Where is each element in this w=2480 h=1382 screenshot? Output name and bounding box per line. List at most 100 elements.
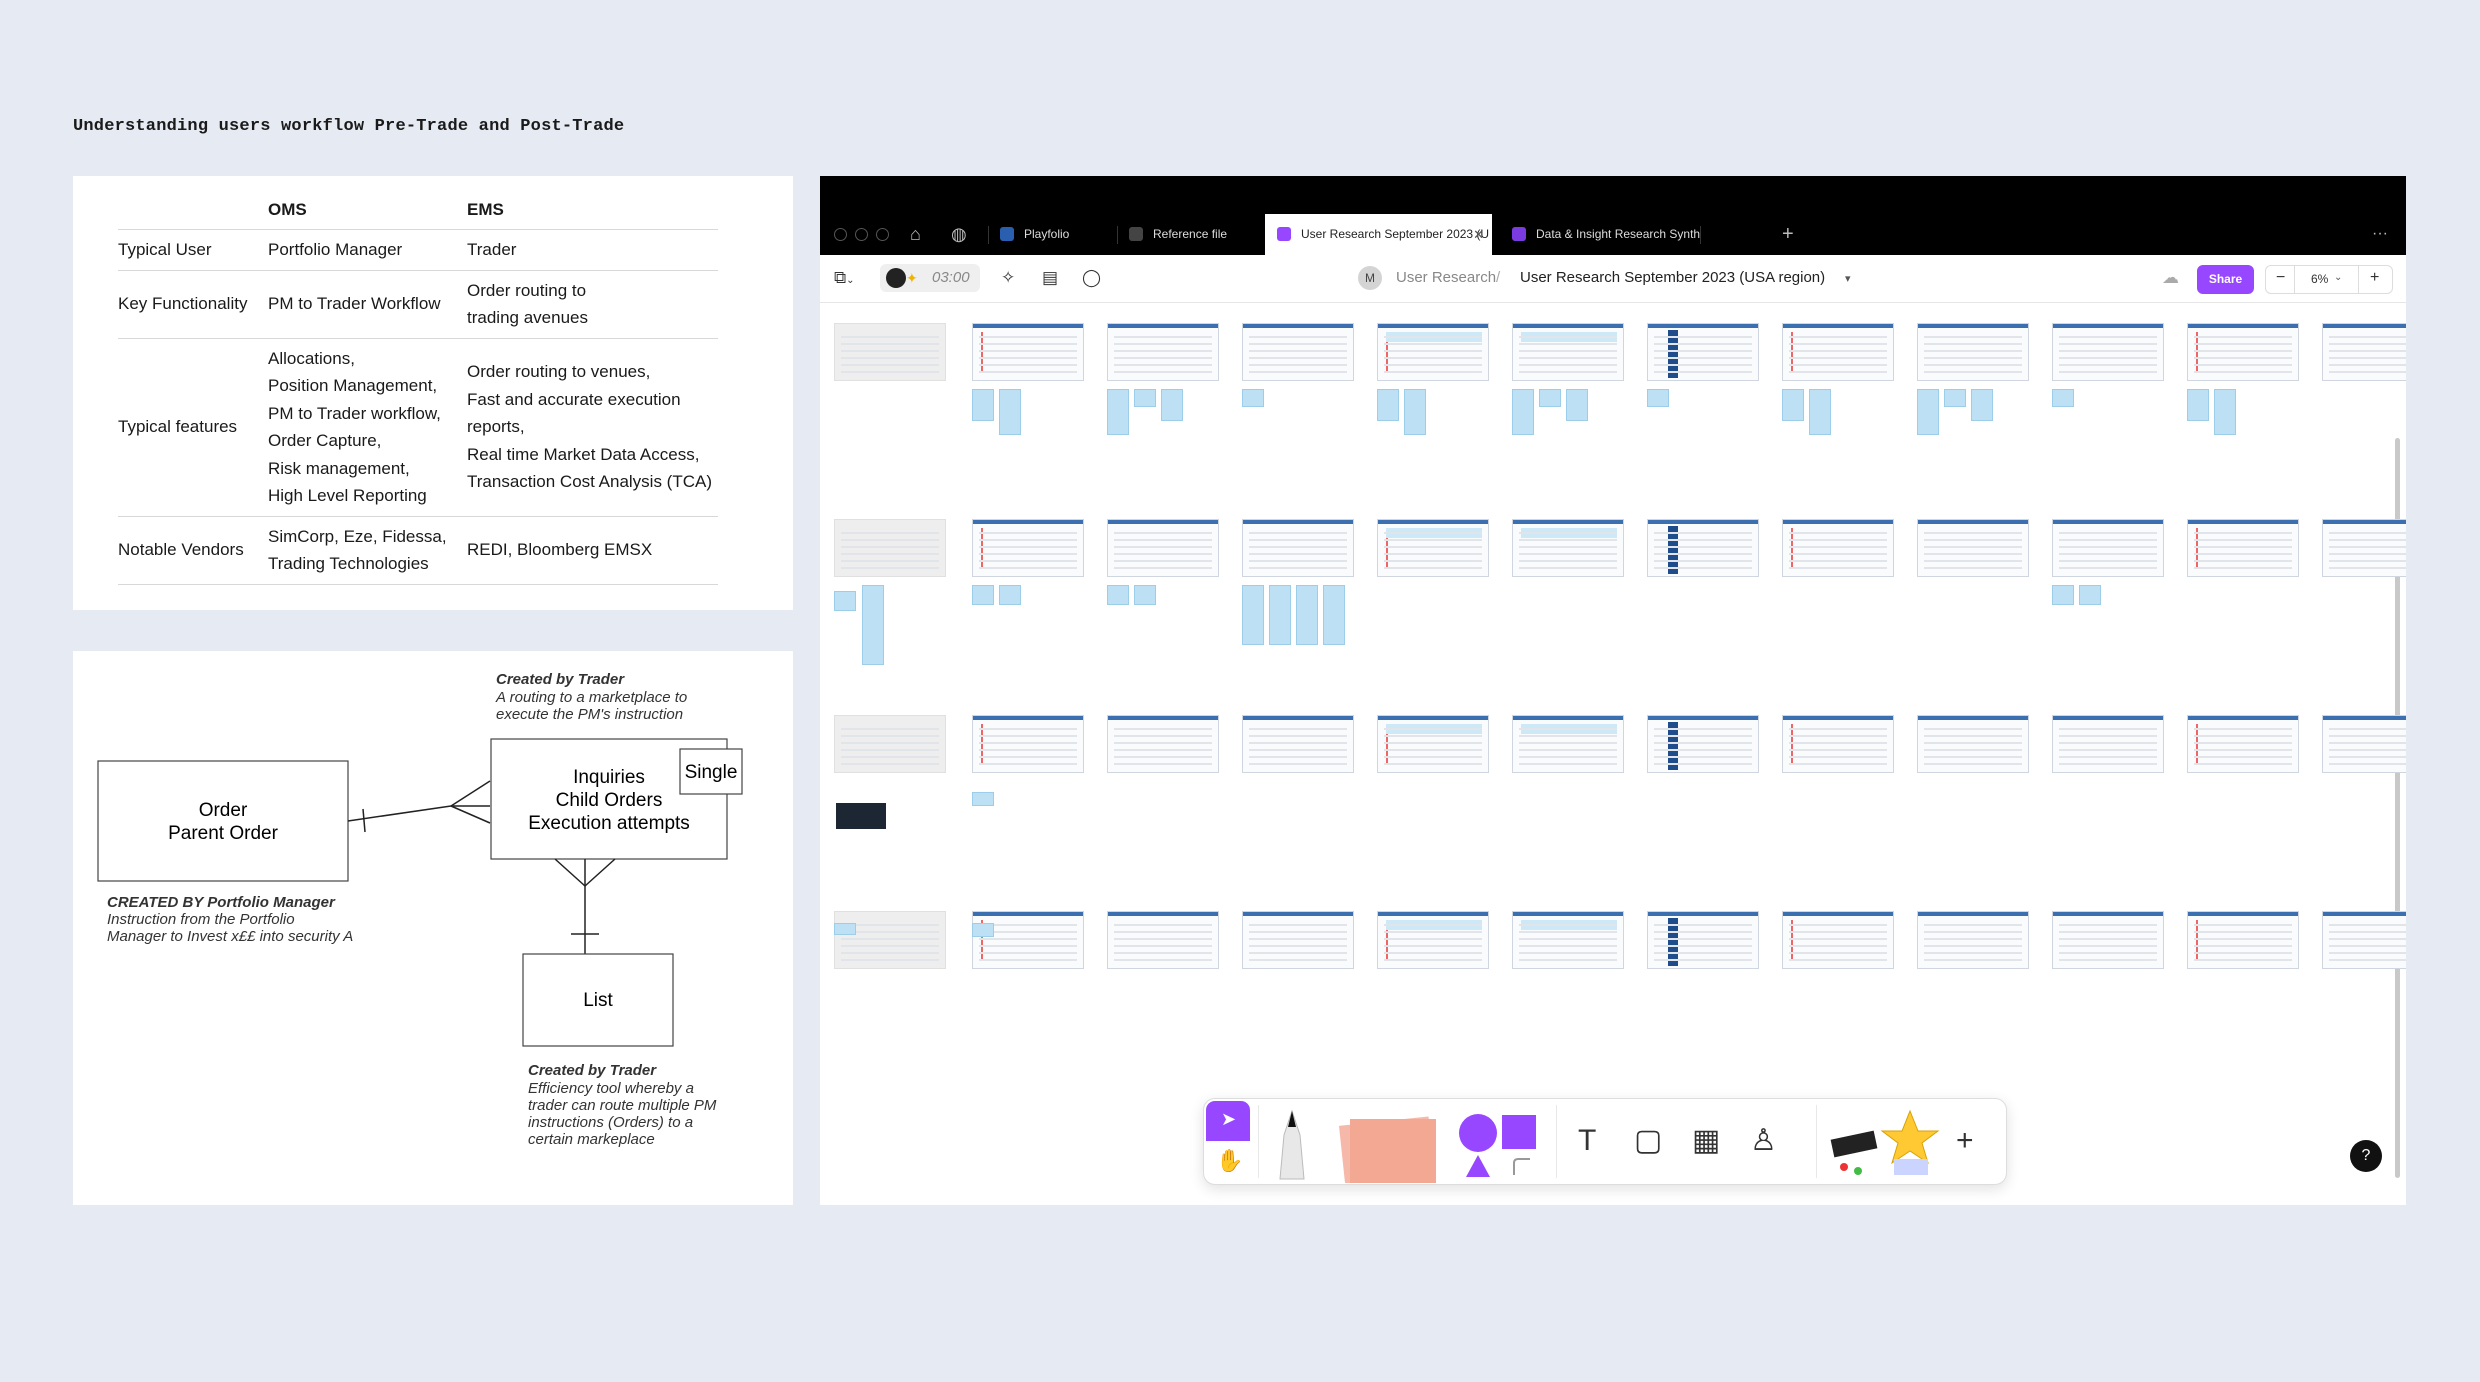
zoom-in-button[interactable]: + xyxy=(2370,269,2379,287)
tab-user-research[interactable]: User Research September 2023 (U ✕ xyxy=(1265,214,1492,255)
widgets-icon[interactable] xyxy=(1824,1105,1944,1181)
frame-thumbnail[interactable] xyxy=(1512,911,1624,969)
tab-reference-file[interactable]: Reference file xyxy=(1117,214,1257,255)
frame-accent-line xyxy=(981,724,983,764)
new-tab-button[interactable]: + xyxy=(1782,221,1794,247)
close-tab-icon[interactable]: ✕ xyxy=(1473,214,1484,255)
text-icon[interactable]: T xyxy=(1578,1123,1596,1159)
frame-thumbnail[interactable] xyxy=(2187,519,2299,577)
window-minimize-dot[interactable] xyxy=(855,228,868,241)
frame-thumbnail[interactable] xyxy=(1782,911,1894,969)
layout-icon[interactable]: ▤ xyxy=(1042,267,1058,289)
frame-thumbnail[interactable] xyxy=(2322,715,2406,773)
frame-thumbnail[interactable] xyxy=(2052,715,2164,773)
frame-thumbnail[interactable] xyxy=(2187,715,2299,773)
frame-thumbnail[interactable] xyxy=(1782,519,1894,577)
frame-content-line xyxy=(1789,728,1887,730)
frame-thumbnail[interactable] xyxy=(1647,519,1759,577)
frame-content-line xyxy=(1519,336,1617,338)
frame-thumbnail[interactable] xyxy=(2322,323,2406,381)
frame-thumbnail[interactable] xyxy=(2322,911,2406,969)
comment-icon[interactable]: ◯ xyxy=(1082,267,1101,289)
zoom-out-button[interactable]: − xyxy=(2276,269,2285,287)
frame-thumbnail[interactable] xyxy=(972,715,1084,773)
frame-thumbnail[interactable] xyxy=(1107,323,1219,381)
sticky-note xyxy=(1512,389,1534,435)
window-maximize-dot[interactable] xyxy=(876,228,889,241)
sticky-note-icon[interactable] xyxy=(1332,1113,1442,1183)
frame-thumbnail[interactable] xyxy=(1512,323,1624,381)
frame-thumbnail[interactable] xyxy=(1242,323,1354,381)
frame-thumbnail[interactable] xyxy=(1242,519,1354,577)
more-icon[interactable]: ··· xyxy=(2372,221,2388,247)
tab-data-insight[interactable]: Data & Insight Research Synth xyxy=(1500,214,1700,255)
frame-thumbnail[interactable] xyxy=(972,911,1084,969)
section-icon[interactable]: ▢ xyxy=(1634,1123,1662,1159)
window-close-dot[interactable] xyxy=(834,228,847,241)
ai-sparkle-icon[interactable]: ✧ xyxy=(1001,267,1015,289)
frame-thumbnail[interactable] xyxy=(1917,911,2029,969)
frame-thumbnail[interactable] xyxy=(1512,715,1624,773)
figma-canvas[interactable] xyxy=(820,303,2406,1205)
file-name[interactable]: User Research September 2023 (USA region… xyxy=(1520,269,1825,286)
frame-thumbnail[interactable] xyxy=(1782,715,1894,773)
timer-widget[interactable]: ✦ 03:00 xyxy=(880,264,980,292)
chevron-down-icon[interactable]: ⌄ xyxy=(2334,272,2342,283)
breadcrumb-separator: / xyxy=(1496,269,1501,286)
frame-thumbnail[interactable] xyxy=(1917,715,2029,773)
frame-thumbnail[interactable] xyxy=(834,519,946,577)
frame-thumbnail[interactable] xyxy=(1242,911,1354,969)
table-icon[interactable]: ▦ xyxy=(1692,1123,1720,1159)
frame-thumbnail[interactable] xyxy=(1377,715,1489,773)
cloud-icon: ☁ xyxy=(2162,268,2179,287)
frame-thumbnail[interactable] xyxy=(1107,715,1219,773)
tab-playfolio[interactable]: Playfolio xyxy=(988,214,1116,255)
frame-thumbnail[interactable] xyxy=(1647,323,1759,381)
frame-thumbnail[interactable] xyxy=(1377,519,1489,577)
list-note-line-1: Efficiency tool whereby a xyxy=(528,1080,694,1097)
pen-icon[interactable] xyxy=(1266,1107,1318,1183)
frame-thumbnail[interactable] xyxy=(1107,519,1219,577)
frame-thumbnail[interactable] xyxy=(1377,911,1489,969)
frame-content-line xyxy=(1114,364,1212,366)
frame-content-line xyxy=(2329,343,2406,345)
cursor-tool-selected[interactable]: ➤ xyxy=(1206,1101,1250,1141)
frame-thumbnail[interactable] xyxy=(1512,519,1624,577)
share-button[interactable]: Share xyxy=(2197,265,2254,294)
frame-thumbnail[interactable] xyxy=(1647,715,1759,773)
frame-thumbnail[interactable] xyxy=(972,519,1084,577)
frame-thumbnail[interactable] xyxy=(1782,323,1894,381)
frame-thumbnail[interactable] xyxy=(2187,911,2299,969)
frame-thumbnail[interactable] xyxy=(834,715,946,773)
shapes-icon[interactable] xyxy=(1454,1109,1544,1179)
frame-content-line xyxy=(1789,763,1887,765)
hand-icon[interactable]: ✋ xyxy=(1216,1143,1243,1179)
figma-menu-icon[interactable]: ⧉⌄ xyxy=(834,267,855,292)
stamp-icon[interactable]: ♙ xyxy=(1750,1123,1777,1159)
plus-icon[interactable]: + xyxy=(1956,1123,1974,1159)
frame-thumbnail[interactable] xyxy=(1107,911,1219,969)
frame-thumbnail[interactable] xyxy=(1917,323,2029,381)
frame-thumbnail[interactable] xyxy=(834,911,946,969)
frame-thumbnail[interactable] xyxy=(2052,911,2164,969)
help-button[interactable]: ? xyxy=(2350,1140,2382,1172)
globe-icon[interactable]: ◍ xyxy=(951,221,967,247)
breadcrumb-project[interactable]: User Research xyxy=(1396,269,1496,286)
frame-thumbnail[interactable] xyxy=(2322,519,2406,577)
frame-thumbnail[interactable] xyxy=(1242,715,1354,773)
zoom-level[interactable]: 6% xyxy=(2311,272,2328,286)
frame-thumbnail[interactable] xyxy=(834,323,946,381)
frame-thumbnail[interactable] xyxy=(2052,323,2164,381)
frame-thumbnail[interactable] xyxy=(972,323,1084,381)
frame-thumbnail[interactable] xyxy=(2052,519,2164,577)
frame-header-bar xyxy=(1108,520,1218,524)
frame-thumbnail[interactable] xyxy=(2187,323,2299,381)
frame-thumbnail[interactable] xyxy=(1917,519,2029,577)
ems-cell-line: Transaction Cost Analysis (TCA) xyxy=(467,472,712,492)
frame-thumbnail[interactable] xyxy=(1647,911,1759,969)
frame-content-line xyxy=(1114,756,1212,758)
user-avatar[interactable]: M xyxy=(1358,266,1382,290)
chevron-down-icon[interactable]: ▾ xyxy=(1845,272,1851,285)
home-icon[interactable]: ⌂ xyxy=(910,221,921,247)
frame-thumbnail[interactable] xyxy=(1377,323,1489,381)
